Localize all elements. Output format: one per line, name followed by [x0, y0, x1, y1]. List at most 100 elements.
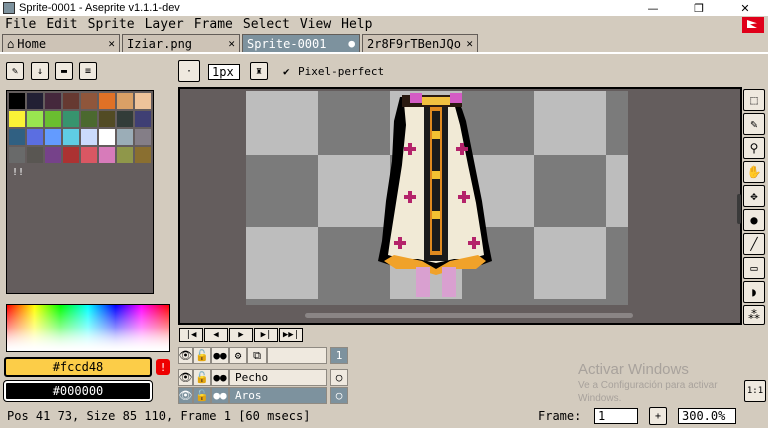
close-window-button[interactable]: ✕: [722, 0, 768, 16]
one-to-one-button[interactable]: 1:1: [744, 380, 766, 402]
palette-swatch[interactable]: [117, 147, 133, 163]
menu-edit[interactable]: Edit: [41, 17, 82, 32]
lock-icon[interactable]: 🔓: [193, 369, 211, 386]
menu-help[interactable]: Help: [336, 17, 377, 32]
palette-swatch[interactable]: [63, 93, 79, 109]
line-tool-icon[interactable]: ╱: [743, 233, 765, 255]
editor-canvas[interactable]: [178, 87, 742, 325]
hand-tool-icon[interactable]: ✋: [743, 161, 765, 183]
palette-swatch[interactable]: [117, 93, 133, 109]
folder-palette-icon[interactable]: ▬: [55, 62, 73, 80]
palette-swatch[interactable]: [9, 129, 25, 145]
horizontal-scrollbar[interactable]: [305, 313, 633, 318]
menu-select[interactable]: Select: [238, 17, 295, 32]
palette-swatch[interactable]: [27, 111, 43, 127]
tab-close-icon[interactable]: ✕: [466, 37, 473, 50]
tab-iziar[interactable]: Iziar.png ✕: [122, 34, 240, 52]
palette-swatch[interactable]: [45, 111, 61, 127]
eye-icon[interactable]: 👁: [178, 387, 193, 404]
palette-options-icon[interactable]: ≡: [79, 62, 97, 80]
warning-icon[interactable]: !: [156, 359, 170, 375]
maximize-button[interactable]: ❐: [676, 0, 722, 16]
palette-swatch[interactable]: [9, 111, 25, 127]
first-frame-button[interactable]: |◀: [179, 328, 203, 342]
visibility-header-icon[interactable]: 👁: [178, 347, 193, 364]
color-spectrum[interactable]: [6, 304, 170, 352]
download-palette-icon[interactable]: ↓: [31, 62, 49, 80]
gear-icon[interactable]: ⚙: [229, 347, 247, 364]
previous-frame-button[interactable]: ◀: [204, 328, 228, 342]
background-color-button[interactable]: #000000: [3, 380, 153, 402]
palette-swatch[interactable]: [99, 147, 115, 163]
menu-layer[interactable]: Layer: [140, 17, 189, 32]
pencil-tool-icon[interactable]: ✎: [743, 113, 765, 135]
onion-skin-icon[interactable]: ⧉: [247, 347, 267, 364]
palette-swatch[interactable]: [27, 147, 43, 163]
palette-swatch[interactable]: [135, 147, 151, 163]
rectangle-tool-icon[interactable]: ▭: [743, 257, 765, 279]
palette-swatch[interactable]: [81, 93, 97, 109]
palette-swatch[interactable]: [99, 93, 115, 109]
brush-type-icon[interactable]: ·: [178, 60, 200, 82]
frame-header[interactable]: 1: [330, 347, 348, 364]
lock-icon[interactable]: 🔓: [193, 387, 211, 404]
palette-swatch[interactable]: [135, 93, 151, 109]
cel[interactable]: ○: [330, 387, 348, 404]
palette-swatch[interactable]: [117, 111, 133, 127]
brush-size-field[interactable]: 1px: [208, 64, 240, 80]
palette-swatch[interactable]: [45, 147, 61, 163]
next-frame-button[interactable]: ▶|: [254, 328, 278, 342]
eyedropper-tool-icon[interactable]: ⚲: [743, 137, 765, 159]
fill-tool-icon[interactable]: ●: [743, 209, 765, 231]
palette-swatch[interactable]: [45, 93, 61, 109]
menu-sprite[interactable]: Sprite: [83, 17, 140, 32]
palette-swatch[interactable]: [27, 93, 43, 109]
vertical-scrollbar[interactable]: [737, 194, 741, 224]
palette-swatch[interactable]: [9, 147, 25, 163]
palette-handle[interactable]: !!: [12, 167, 24, 178]
notifications-flag-icon[interactable]: [742, 17, 764, 33]
last-frame-button[interactable]: ▶▶|: [279, 328, 303, 342]
palette-swatch[interactable]: [27, 129, 43, 145]
palette-swatch[interactable]: [81, 111, 97, 127]
menu-file[interactable]: File: [0, 17, 41, 32]
palette-swatch[interactable]: [9, 93, 25, 109]
palette-swatch[interactable]: [81, 147, 97, 163]
palette-swatch[interactable]: [117, 129, 133, 145]
frame-field[interactable]: 1: [594, 408, 638, 424]
layer-name[interactable]: Pecho: [229, 369, 327, 386]
tab-modified-icon[interactable]: ●: [348, 37, 355, 50]
menu-frame[interactable]: Frame: [189, 17, 238, 32]
menu-view[interactable]: View: [295, 17, 336, 32]
palette-swatch[interactable]: [99, 129, 115, 145]
blur-tool-icon[interactable]: ⁂: [743, 305, 765, 325]
palette-swatch[interactable]: [63, 147, 79, 163]
tab-sprite-0001[interactable]: Sprite-0001 ●: [242, 34, 360, 52]
palette-swatch[interactable]: [81, 129, 97, 145]
continuous-icon[interactable]: ●●: [211, 369, 229, 386]
minimize-button[interactable]: —: [630, 0, 676, 16]
palette-swatch[interactable]: [63, 129, 79, 145]
lock-header-icon[interactable]: 🔓: [193, 347, 211, 364]
tab-close-icon[interactable]: ✕: [228, 37, 235, 50]
pixel-perfect-checkbox[interactable]: ✔: [283, 65, 290, 78]
marquee-tool-icon[interactable]: ⬚: [743, 89, 765, 111]
add-frame-button[interactable]: +: [649, 407, 667, 425]
continuous-header-icon[interactable]: ●●: [211, 347, 229, 364]
continuous-icon[interactable]: ●●: [211, 387, 229, 404]
play-button[interactable]: ▶: [229, 328, 253, 342]
palette-swatch[interactable]: [99, 111, 115, 127]
tab-2r8f9rtbenjqo[interactable]: 2r8F9rTBenJQo ✕: [362, 34, 478, 52]
tab-close-icon[interactable]: ✕: [108, 37, 115, 50]
cel[interactable]: ○: [330, 369, 348, 386]
palette-swatch[interactable]: [63, 111, 79, 127]
eye-icon[interactable]: 👁: [178, 369, 193, 386]
contour-tool-icon[interactable]: ◗: [743, 281, 765, 303]
layer-name[interactable]: Aros: [229, 387, 327, 404]
palette-swatch[interactable]: [135, 111, 151, 127]
zoom-field[interactable]: 300.0%: [678, 408, 736, 424]
move-tool-icon[interactable]: ✥: [743, 185, 765, 207]
ink-type-icon[interactable]: ♜: [250, 62, 268, 80]
tab-home[interactable]: ⌂ Home ✕: [2, 34, 120, 52]
sprite-canvas[interactable]: [246, 91, 628, 305]
